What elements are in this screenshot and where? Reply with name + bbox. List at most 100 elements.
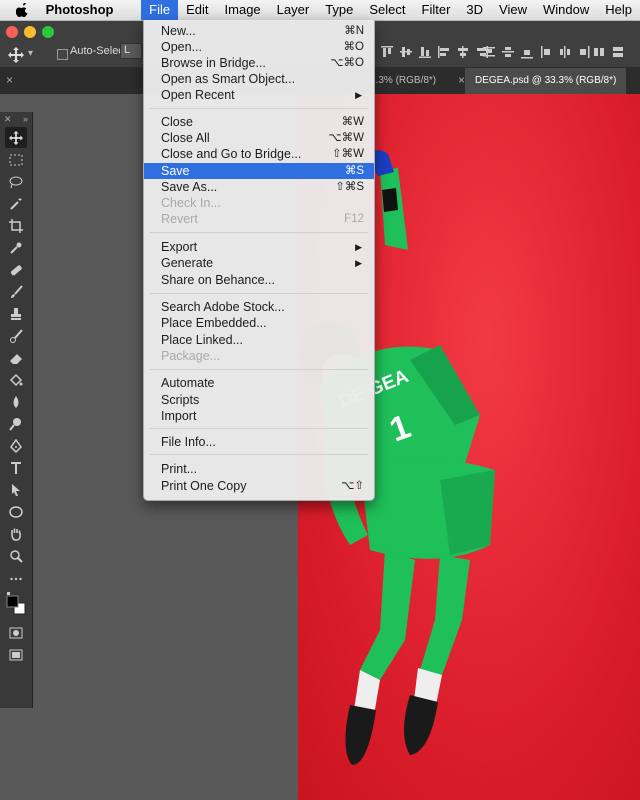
crop-tool-icon[interactable] bbox=[5, 215, 27, 236]
menu-item-place-embedded[interactable]: Place Embedded... bbox=[144, 315, 374, 331]
pen-tool-icon[interactable] bbox=[5, 435, 27, 456]
tools-panel: ✕» bbox=[0, 112, 33, 708]
submenu-arrow-icon: ▶ bbox=[355, 90, 362, 100]
screen-mode-icon[interactable] bbox=[5, 644, 27, 665]
menu-item-import[interactable]: Import bbox=[144, 408, 374, 424]
tool-preset-chevron-icon[interactable]: ▾ bbox=[28, 48, 33, 59]
menu-help[interactable]: Help bbox=[597, 0, 640, 20]
auto-align-2-icon[interactable] bbox=[611, 45, 625, 59]
distribute-left-icon[interactable] bbox=[539, 45, 553, 59]
menu-separator bbox=[150, 369, 368, 370]
menu-item-close[interactable]: Close ⌘W bbox=[144, 114, 374, 130]
more-tools-icon[interactable] bbox=[5, 567, 27, 588]
menu-item-save-as[interactable]: Save As... ⇧⌘S bbox=[144, 179, 374, 195]
menu-select[interactable]: Select bbox=[361, 0, 413, 20]
menu-item-browse-in-bridge[interactable]: Browse in Bridge... ⌥⌘O bbox=[144, 55, 374, 71]
paint-bucket-icon[interactable] bbox=[5, 369, 27, 390]
menu-item-export[interactable]: Export ▶ bbox=[144, 239, 374, 255]
menu-item-place-linked[interactable]: Place Linked... bbox=[144, 332, 374, 348]
history-brush-icon[interactable] bbox=[5, 325, 27, 346]
menu-window[interactable]: Window bbox=[535, 0, 597, 20]
apple-icon[interactable] bbox=[16, 3, 30, 17]
magic-wand-icon[interactable] bbox=[5, 193, 27, 214]
menu-item-package: Package... bbox=[161, 349, 221, 363]
close-window-button[interactable] bbox=[6, 26, 18, 38]
menu-type[interactable]: Type bbox=[317, 0, 361, 20]
menu-image[interactable]: Image bbox=[217, 0, 269, 20]
menu-item-generate[interactable]: Generate ▶ bbox=[144, 255, 374, 271]
menu-item-search-adobe-stock[interactable]: Search Adobe Stock... bbox=[144, 299, 374, 315]
distribute-top-icon[interactable] bbox=[482, 45, 496, 59]
color-swatches-icon[interactable] bbox=[5, 589, 27, 621]
type-tool-icon[interactable] bbox=[5, 457, 27, 478]
menu-item-scripts[interactable]: Scripts bbox=[144, 392, 374, 408]
menu-item-revert: Revert F12 bbox=[161, 212, 364, 226]
menu-separator bbox=[150, 108, 368, 109]
distribute-vcenter-icon[interactable] bbox=[501, 45, 515, 59]
menu-item-file-info[interactable]: File Info... bbox=[144, 434, 374, 450]
menu-file[interactable]: File bbox=[141, 0, 179, 20]
align-bottom-icon[interactable] bbox=[418, 45, 432, 59]
align-buttons bbox=[380, 45, 489, 59]
submenu-arrow-icon: ▶ bbox=[355, 258, 362, 268]
move-tool-option-icon[interactable] bbox=[8, 47, 24, 63]
clone-stamp-icon[interactable] bbox=[5, 303, 27, 324]
distribute-bottom-icon[interactable] bbox=[520, 45, 534, 59]
path-selection-icon[interactable] bbox=[5, 479, 27, 500]
distribute-buttons bbox=[482, 45, 591, 59]
menu-edit[interactable]: Edit bbox=[178, 0, 216, 20]
file-menu-dropdown: New... ⌘N Open... ⌘O Browse in Bridge... ⌥⌘… bbox=[143, 20, 375, 501]
menu-view[interactable]: View bbox=[491, 0, 535, 20]
panel-close-icon[interactable]: ✕ bbox=[4, 112, 12, 126]
panel-collapse-icon[interactable]: » bbox=[23, 112, 28, 126]
close-panel-icon[interactable]: × bbox=[6, 73, 13, 87]
auto-align-icon[interactable] bbox=[592, 45, 606, 59]
menu-item-close-and-go-to-bridge[interactable]: Close and Go to Bridge... ⇧⌘W bbox=[144, 146, 374, 162]
menu-item-print[interactable]: Print... bbox=[144, 461, 374, 477]
align-left-icon[interactable] bbox=[437, 45, 451, 59]
ellipse-tool-icon[interactable] bbox=[5, 501, 27, 522]
tools-panel-header[interactable]: ✕» bbox=[0, 112, 32, 126]
menu-separator bbox=[150, 232, 368, 233]
menu-item-share-on-behance[interactable]: Share on Behance... bbox=[144, 272, 374, 288]
eyedropper-icon[interactable] bbox=[5, 237, 27, 258]
eraser-icon[interactable] bbox=[5, 347, 27, 368]
auto-select-checkbox[interactable] bbox=[57, 49, 68, 60]
menu-item-save[interactable]: Save ⌘S bbox=[144, 163, 374, 179]
menu-3d[interactable]: 3D bbox=[458, 0, 491, 20]
submenu-arrow-icon: ▶ bbox=[355, 242, 362, 252]
zoom-window-button[interactable] bbox=[42, 26, 54, 38]
menu-item-open-recent[interactable]: Open Recent ▶ bbox=[144, 87, 374, 103]
dodge-tool-icon[interactable] bbox=[5, 413, 27, 434]
minimize-window-button[interactable] bbox=[24, 26, 36, 38]
menu-item-automate[interactable]: Automate bbox=[144, 375, 374, 391]
tab-close-icon[interactable]: × bbox=[458, 73, 465, 87]
move-tool-icon[interactable] bbox=[5, 127, 27, 148]
marquee-tool-icon[interactable] bbox=[5, 149, 27, 170]
align-top-icon[interactable] bbox=[380, 45, 394, 59]
menu-item-close-all[interactable]: Close All ⌥⌘W bbox=[144, 130, 374, 146]
menu-filter[interactable]: Filter bbox=[414, 0, 459, 20]
lasso-tool-icon[interactable] bbox=[5, 171, 27, 192]
menu-layer[interactable]: Layer bbox=[269, 0, 318, 20]
align-hcenter-icon[interactable] bbox=[456, 45, 470, 59]
quick-mask-icon[interactable] bbox=[5, 622, 27, 643]
blur-tool-icon[interactable] bbox=[5, 391, 27, 412]
auto-align-buttons bbox=[592, 45, 625, 59]
healing-brush-icon[interactable] bbox=[5, 259, 27, 280]
brush-tool-icon[interactable] bbox=[5, 281, 27, 302]
menu-item-check-in: Check In... bbox=[161, 196, 221, 210]
menu-item-print-one-copy[interactable]: Print One Copy ⌥⇧ bbox=[144, 478, 374, 494]
distribute-right-icon[interactable] bbox=[577, 45, 591, 59]
menu-item-open-as-smart-object[interactable]: Open as Smart Object... bbox=[144, 71, 374, 87]
zoom-tool-icon[interactable] bbox=[5, 545, 27, 566]
menu-item-new[interactable]: New... ⌘N bbox=[144, 23, 374, 39]
hand-tool-icon[interactable] bbox=[5, 523, 27, 544]
menu-separator bbox=[150, 293, 368, 294]
auto-select-dropdown[interactable]: L bbox=[120, 43, 142, 59]
align-vcenter-icon[interactable] bbox=[399, 45, 413, 59]
distribute-hcenter-icon[interactable] bbox=[558, 45, 572, 59]
tab-degea-document[interactable]: DEGEA.psd @ 33.3% (RGB/8*) bbox=[465, 68, 627, 94]
menu-app-name[interactable]: Photoshop CC bbox=[46, 0, 142, 37]
menu-item-open[interactable]: Open... ⌘O bbox=[144, 39, 374, 55]
